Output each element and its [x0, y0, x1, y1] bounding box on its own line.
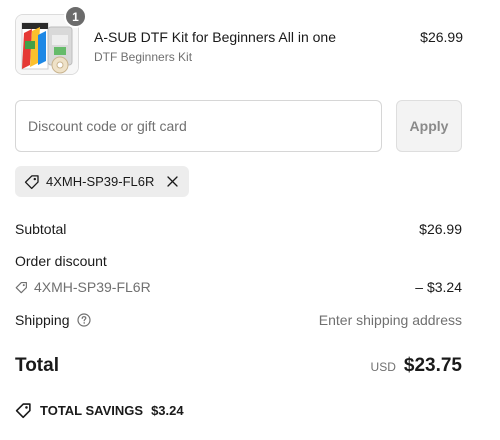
total-savings: TOTAL SAVINGS $3.24	[15, 402, 184, 419]
savings-label: TOTAL SAVINGS	[40, 403, 144, 418]
tag-icon	[15, 281, 27, 293]
close-icon	[167, 176, 178, 187]
remove-code-button[interactable]	[164, 174, 180, 190]
order-discount-row: Order discount	[15, 253, 462, 269]
shipping-label: Shipping	[15, 312, 70, 328]
total-label: Total	[15, 355, 59, 376]
product-price: $26.99	[420, 29, 463, 45]
total-amount-group: USD $23.75	[371, 355, 462, 377]
discount-value: – $3.24	[415, 279, 462, 295]
product-variant: DTF Beginners Kit	[94, 50, 193, 64]
currency-code: USD	[370, 360, 396, 374]
applied-code-text: 4XMH-SP39-FL6R	[46, 174, 155, 189]
discount-code-input[interactable]	[15, 100, 382, 152]
discount-row: Apply	[15, 100, 462, 152]
product-title: A-SUB DTF Kit for Beginners All in one	[94, 29, 336, 45]
quantity-badge: 1	[64, 5, 87, 28]
tag-icon	[15, 403, 31, 419]
subtotal-value: $26.99	[419, 221, 462, 237]
applied-discount-chip: 4XMH-SP39-FL6R	[15, 166, 190, 197]
shipping-value: Enter shipping address	[318, 312, 462, 328]
subtotal-row: Subtotal $26.99	[15, 221, 462, 237]
help-icon[interactable]	[77, 313, 91, 327]
shipping-row: Shipping Enter shipping address	[15, 312, 462, 328]
product-thumbnail-wrap: 1	[15, 5, 87, 75]
discount-code-label: 4XMH-SP39-FL6R	[34, 279, 151, 295]
savings-amount: $3.24	[151, 403, 184, 418]
discount-code-row: 4XMH-SP39-FL6R – $3.24	[15, 279, 462, 297]
total-amount: $23.75	[403, 355, 462, 376]
order-discount-label: Order discount	[15, 253, 107, 269]
tag-icon	[24, 174, 39, 189]
subtotal-label: Subtotal	[15, 221, 67, 237]
line-item: 1 A-SUB DTF Kit for Beginners All in one…	[15, 5, 463, 75]
apply-button[interactable]: Apply	[396, 100, 462, 152]
